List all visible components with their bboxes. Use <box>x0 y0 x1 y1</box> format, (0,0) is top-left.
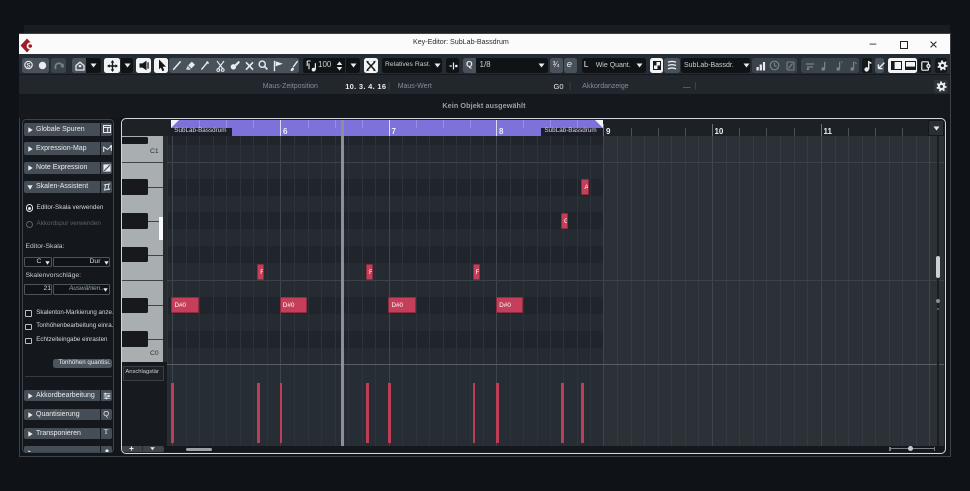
svg-text:S: S <box>26 62 31 69</box>
